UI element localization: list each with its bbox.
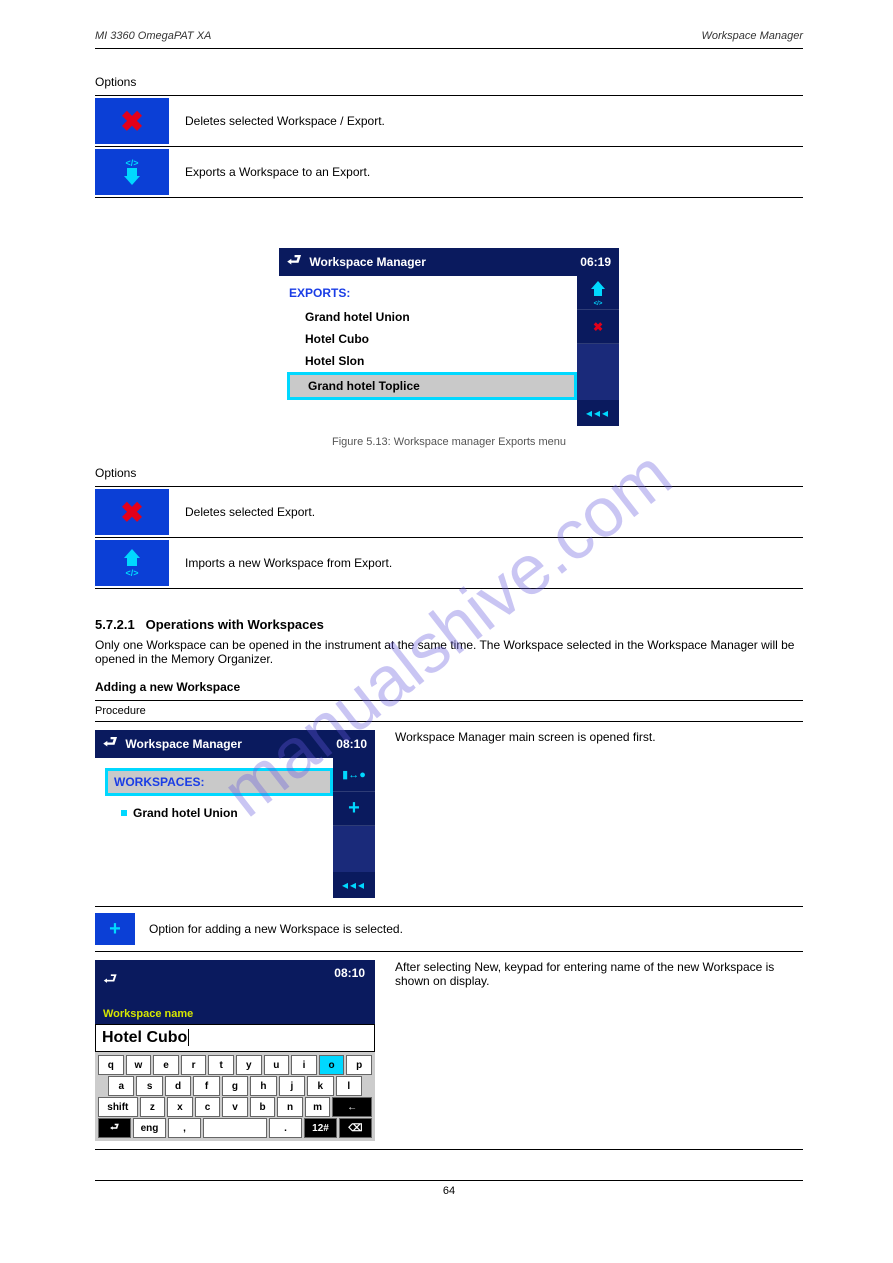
key-s[interactable]: s <box>136 1076 162 1096</box>
key-numeric[interactable]: 12# <box>304 1118 337 1138</box>
options-label-2: Options <box>95 466 803 480</box>
section-title: Operations with Workspaces <box>146 617 324 632</box>
section-intro: Only one Workspace can be opened in the … <box>95 638 803 666</box>
active-dot-icon <box>121 810 127 816</box>
key-g[interactable]: g <box>222 1076 248 1096</box>
plus-icon: + <box>109 918 121 941</box>
add-option-text: Option for adding a new Workspace is sel… <box>149 922 803 936</box>
key-h[interactable]: h <box>250 1076 276 1096</box>
keyboard-caption: After selecting New, keypad for entering… <box>395 960 803 988</box>
workspaces-caption: Workspace Manager main screen is opened … <box>395 730 803 744</box>
svg-text:</>: </> <box>125 158 138 168</box>
workspaces-label[interactable]: WORKSPACES: <box>105 768 333 796</box>
import-button[interactable]: </> <box>95 540 169 586</box>
export-button[interactable]: </> <box>95 149 169 195</box>
options-label: Options <box>95 75 803 89</box>
key-c[interactable]: c <box>195 1097 221 1117</box>
key-f[interactable]: f <box>193 1076 219 1096</box>
close-icon: ✖ <box>120 105 143 138</box>
more-button[interactable]: ◂◂◂ <box>577 400 619 426</box>
export-text: Exports a Workspace to an Export. <box>185 165 370 179</box>
close-icon: ✖ <box>593 320 603 334</box>
import-up-icon: </> <box>115 546 149 580</box>
key-t[interactable]: t <box>208 1055 234 1075</box>
key-enter[interactable]: ← <box>332 1097 372 1117</box>
key-backspace[interactable]: ⌫ <box>339 1118 372 1138</box>
key-x[interactable]: x <box>167 1097 193 1117</box>
delete-side-button[interactable]: ✖ <box>577 310 619 344</box>
more-button-2[interactable]: ◂◂◂ <box>333 872 375 898</box>
key-b[interactable]: b <box>250 1097 276 1117</box>
key-w[interactable]: w <box>126 1055 152 1075</box>
key-return[interactable]: ⮐ <box>98 1118 131 1138</box>
figure-caption: Figure 5.13: Workspace manager Exports m… <box>95 436 803 448</box>
close-icon: ✖ <box>120 496 143 529</box>
key-u[interactable]: u <box>264 1055 290 1075</box>
key-eng[interactable]: eng <box>133 1118 166 1138</box>
workspace-name-input[interactable]: Hotel Cubo <box>95 1024 375 1052</box>
export-down-icon: </> <box>115 155 149 189</box>
key-j[interactable]: j <box>279 1076 305 1096</box>
keyboard-screenshot: ⮐ 08:10 Workspace name Hotel Cubo q w e … <box>95 960 375 1141</box>
key-i[interactable]: i <box>291 1055 317 1075</box>
key-space[interactable] <box>203 1118 267 1138</box>
key-o[interactable]: o <box>319 1055 345 1075</box>
list-item[interactable]: Grand hotel Union <box>287 306 577 328</box>
clock: 06:19 <box>580 255 611 269</box>
list-item[interactable]: Hotel Cubo <box>287 328 577 350</box>
clock-2: 08:10 <box>336 737 367 751</box>
list-item-selected[interactable]: Grand hotel Toplice <box>287 372 577 400</box>
delete-text-2: Deletes selected Export. <box>185 505 315 519</box>
key-z[interactable]: z <box>140 1097 166 1117</box>
add-button[interactable]: + <box>95 913 135 945</box>
procedure-label: Procedure <box>95 705 803 717</box>
back-icon[interactable]: ⮐ <box>287 249 301 276</box>
screen-title-2: Workspace Manager <box>125 737 242 751</box>
key-period[interactable]: . <box>269 1118 302 1138</box>
key-n[interactable]: n <box>277 1097 303 1117</box>
list-item[interactable]: Grand hotel Union <box>103 802 333 824</box>
svg-text:</>: </> <box>594 301 603 307</box>
key-d[interactable]: d <box>165 1076 191 1096</box>
clock-3: 08:10 <box>334 966 365 980</box>
header-left: MI 3360 OmegaPAT XA <box>95 30 211 42</box>
import-text: Imports a new Workspace from Export. <box>185 556 392 570</box>
add-side-button[interactable]: + <box>333 792 375 826</box>
delete-button[interactable]: ✖ <box>95 98 169 144</box>
key-r[interactable]: r <box>181 1055 207 1075</box>
key-q[interactable]: q <box>98 1055 124 1075</box>
header-right: Workspace Manager <box>702 30 804 42</box>
key-y[interactable]: y <box>236 1055 262 1075</box>
key-p[interactable]: p <box>346 1055 372 1075</box>
workspaces-screenshot: ⮐ Workspace Manager 08:10 WORKSPACES: Gr… <box>95 730 375 898</box>
back-icon[interactable]: ⮐ <box>103 731 117 758</box>
key-comma[interactable]: , <box>168 1118 201 1138</box>
section-number: 5.7.2.1 <box>95 617 135 632</box>
key-e[interactable]: e <box>153 1055 179 1075</box>
list-item[interactable]: Hotel Slon <box>287 350 577 372</box>
key-m[interactable]: m <box>305 1097 331 1117</box>
page-number: 64 <box>95 1180 803 1197</box>
key-a[interactable]: a <box>108 1076 134 1096</box>
import-up-button[interactable]: </> <box>577 276 619 310</box>
workspace-name-label: Workspace name <box>103 1008 193 1020</box>
svg-text:</>: </> <box>125 568 138 578</box>
exports-label: EXPORTS: <box>289 286 577 300</box>
delete-button-2[interactable]: ✖ <box>95 489 169 535</box>
exports-screenshot: ⮐ Workspace Manager 06:19 EXPORTS: Grand… <box>279 248 619 426</box>
delete-text: Deletes selected Workspace / Export. <box>185 114 385 128</box>
key-v[interactable]: v <box>222 1097 248 1117</box>
key-shift[interactable]: shift <box>98 1097 138 1117</box>
key-k[interactable]: k <box>307 1076 333 1096</box>
toggle-button[interactable]: ▮↔● <box>333 758 375 792</box>
back-icon[interactable]: ⮐ <box>103 968 117 995</box>
screen-title: Workspace Manager <box>309 255 426 269</box>
subsection-head: Adding a new Workspace <box>95 680 803 694</box>
key-l[interactable]: l <box>336 1076 362 1096</box>
